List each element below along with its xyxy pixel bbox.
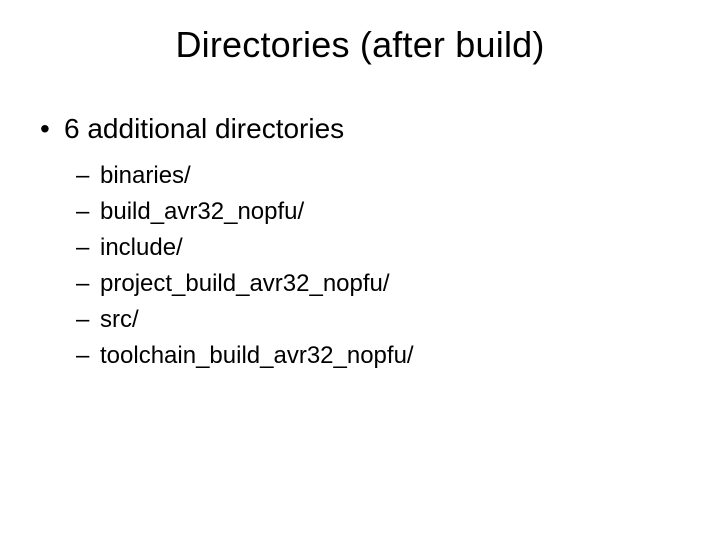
item-text: include/ [100,234,183,261]
list-item: – binaries/ [72,158,684,194]
bullet-icon: • [40,110,50,148]
item-text: src/ [100,306,139,333]
bullet-text: 6 additional directories [64,113,344,144]
list-item: – include/ [72,230,684,266]
slide-title: Directories (after build) [0,24,720,66]
slide: Directories (after build) • 6 additional… [0,0,720,540]
dash-icon: – [76,266,89,302]
list-item: – toolchain_build_avr32_nopfu/ [72,338,684,374]
bullet-level1: • 6 additional directories [36,110,684,148]
item-text: build_avr32_nopfu/ [100,198,304,225]
dash-icon: – [76,302,89,338]
list-item: – build_avr32_nopfu/ [72,194,684,230]
item-text: project_build_avr32_nopfu/ [100,270,390,297]
dash-icon: – [76,158,89,194]
item-text: toolchain_build_avr32_nopfu/ [100,342,414,369]
list-item: – src/ [72,302,684,338]
dash-icon: – [76,338,89,374]
dash-icon: – [76,194,89,230]
dash-icon: – [76,230,89,266]
item-text: binaries/ [100,162,191,189]
list-item: – project_build_avr32_nopfu/ [72,266,684,302]
slide-body: • 6 additional directories – binaries/ –… [36,110,684,374]
